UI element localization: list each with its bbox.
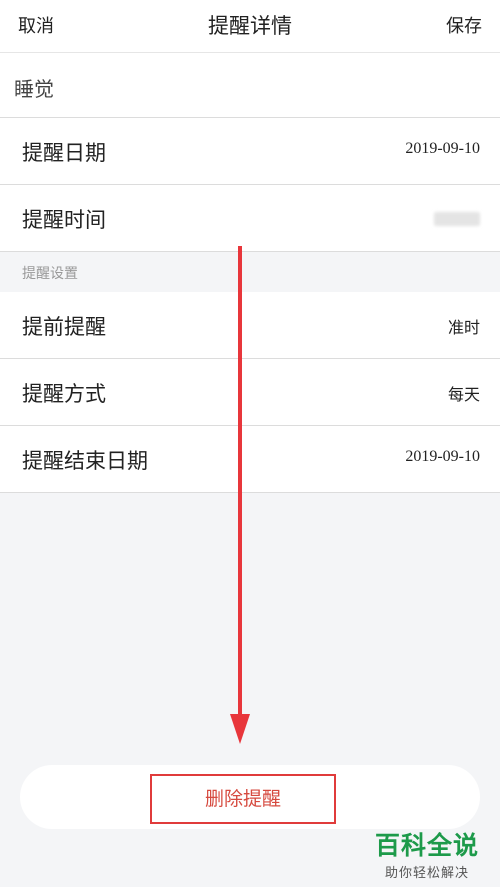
reminder-date-row[interactable]: 提醒日期 2019-09-10 [0, 118, 500, 185]
watermark-subtitle: 助你轻松解决 [385, 866, 470, 881]
delete-reminder-button[interactable]: 删除提醒 [150, 774, 336, 824]
reminder-time-label: 提醒时间 [22, 208, 106, 232]
reminder-time-row[interactable]: 提醒时间 [0, 185, 500, 252]
page-title: 提醒详情 [208, 14, 292, 38]
delete-button-container: 删除提醒 [20, 765, 480, 829]
reminder-time-value-blurred [434, 212, 480, 226]
reminder-method-value: 每天 [447, 385, 480, 404]
settings-section-title: 提醒设置 [22, 266, 78, 282]
advance-reminder-label: 提前提醒 [22, 315, 106, 339]
reminder-name-value: 睡觉 [14, 77, 54, 101]
watermark-logo: 百科全说 助你轻松解决 [375, 826, 479, 881]
nav-header: 取消 提醒详情 保存 [0, 0, 500, 53]
reminder-end-date-value: 2019-09-10 [405, 448, 480, 465]
reminder-date-value: 2019-09-10 [405, 140, 480, 157]
reminder-name-field[interactable]: 睡觉 [0, 53, 500, 118]
down-arrow-annotation [230, 246, 250, 744]
reminder-date-label: 提醒日期 [22, 141, 106, 165]
save-button[interactable]: 保存 [446, 12, 482, 38]
reminder-method-label: 提醒方式 [22, 382, 106, 406]
watermark-title: 百科全说 [375, 831, 480, 860]
reminder-end-date-label: 提醒结束日期 [22, 449, 148, 473]
advance-reminder-value: 准时 [447, 318, 480, 337]
